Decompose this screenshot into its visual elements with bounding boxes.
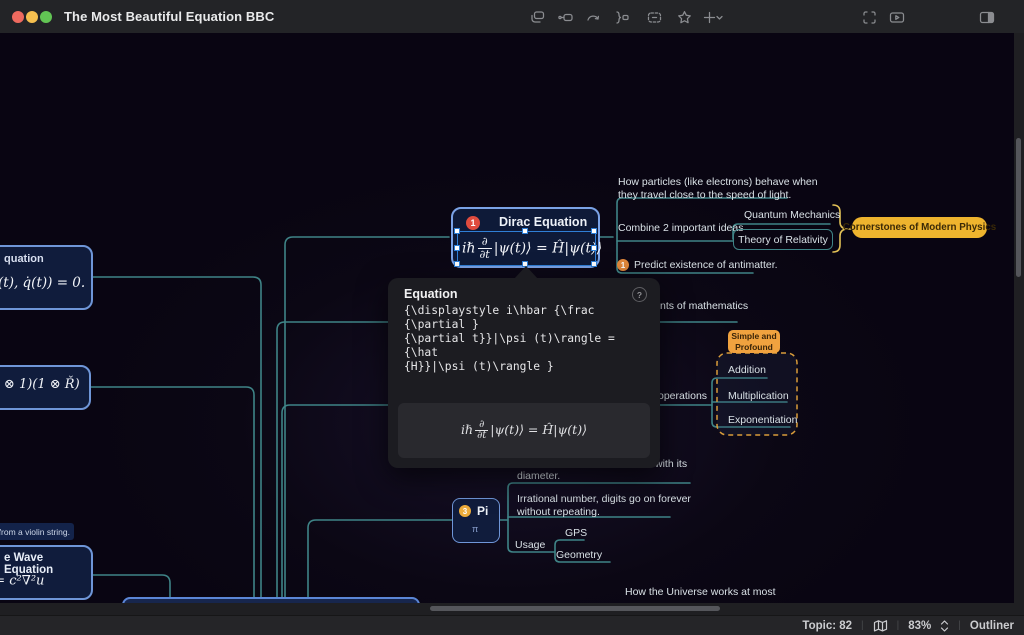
topic-operations[interactable]: operations xyxy=(658,390,707,402)
topic-exponentiation[interactable]: Exponentiation xyxy=(728,414,797,426)
selection-handle[interactable] xyxy=(591,228,597,234)
topic-gps[interactable]: GPS xyxy=(565,527,587,539)
topic-universe[interactable]: How the Universe works at most xyxy=(625,586,776,598)
marker-star-icon[interactable] xyxy=(675,8,693,26)
vertical-scrollbar-thumb[interactable] xyxy=(1016,138,1021,277)
latex-source-field[interactable]: {\displaystyle i\hbar {\frac {\partial }… xyxy=(404,304,648,374)
topic-title: quation xyxy=(4,253,44,265)
priority-3-badge[interactable]: 3 xyxy=(459,505,471,517)
topic-predict-antimatter[interactable]: Predict existence of antimatter. xyxy=(634,259,778,271)
selection-handle[interactable] xyxy=(591,245,597,251)
insert-subtopic-icon[interactable] xyxy=(556,8,574,26)
zoom-stepper[interactable] xyxy=(940,619,949,633)
selection-handle[interactable] xyxy=(454,245,460,251)
wave-equation-math: ∂²u∂t²= c²∇²u xyxy=(0,569,44,592)
selection-handle[interactable] xyxy=(454,228,460,234)
close-window-button[interactable] xyxy=(12,11,24,23)
topic-count: Topic: 82 xyxy=(802,620,852,632)
topic-irrational[interactable]: Irrational number, digits go on forever xyxy=(517,493,691,505)
summary-icon[interactable] xyxy=(612,8,630,26)
lagrange-equation-math: (t), q̇(t)) = 0. xyxy=(0,275,85,291)
topic-pi[interactable]: 3 Pi π xyxy=(452,498,500,543)
vertical-scrollbar-track[interactable] xyxy=(1014,33,1024,603)
priority-1-badge-orange[interactable]: 1 xyxy=(617,259,629,271)
xmind-window: { "window": { "title": "The Most Beautif… xyxy=(0,0,1024,635)
topic-title: Dirac Equation xyxy=(499,215,587,229)
boundary-icon[interactable] xyxy=(645,8,663,26)
zoom-window-button[interactable] xyxy=(40,11,52,23)
popup-caret xyxy=(514,266,538,279)
equation-preview: iℏ∂∂t|ψ(t)⟩ = Ĥ|ψ(t)⟩ xyxy=(398,403,650,458)
tag-simple-and-profound[interactable]: Simple andProfound xyxy=(728,330,780,353)
topic-cornerstones[interactable]: Cornerstones of Modern Physics xyxy=(852,217,987,238)
relationship-icon[interactable] xyxy=(584,8,602,26)
map-overview-icon[interactable] xyxy=(873,619,888,633)
insert-topic-icon[interactable] xyxy=(528,8,546,26)
pitch-mode-icon[interactable] xyxy=(860,8,878,26)
popup-title: Equation xyxy=(404,287,457,301)
label-violin-string[interactable]: from a violin string. xyxy=(0,523,74,540)
selection-handle[interactable] xyxy=(522,228,528,234)
insert-dropdown-chevron-icon[interactable] xyxy=(714,8,724,26)
topic-how-particles-line2[interactable]: they travel close to the speed of light. xyxy=(618,189,791,201)
selection-handle[interactable] xyxy=(591,261,597,267)
topic-multiplication[interactable]: Multiplication xyxy=(728,390,789,402)
topic-lagrange-equation[interactable]: quation (t), q̇(t)) = 0. xyxy=(0,245,93,310)
help-icon[interactable]: ? xyxy=(632,287,647,302)
window-title: The Most Beautiful Equation BBC xyxy=(64,9,274,24)
zoom-level[interactable]: 83% xyxy=(908,620,931,632)
topic-combine-ideas[interactable]: Combine 2 important ideas xyxy=(618,222,743,234)
title-bar: The Most Beautiful Equation BBC xyxy=(0,0,1024,34)
mind-map-canvas[interactable]: 1 Dirac Equation iℏ∂∂t|ψ(t)⟩ = Ĥ|ψ(t)⟩ H… xyxy=(0,33,1024,615)
yang-baxter-equation-math: Ř ⊗ 1)(1 ⊗ Ř) xyxy=(0,377,80,392)
sidebar-toggle-icon[interactable] xyxy=(978,8,996,26)
topic-theory-of-relativity[interactable]: Theory of Relativity xyxy=(733,229,833,250)
topic-usage[interactable]: Usage xyxy=(515,539,545,551)
minimize-window-button[interactable] xyxy=(26,11,38,23)
topic-irrational-line2[interactable]: without repeating. xyxy=(517,506,600,518)
topic-geometry[interactable]: Geometry xyxy=(556,549,602,561)
topic-how-particles[interactable]: How particles (like electrons) behave wh… xyxy=(618,176,818,188)
topic-wave-equation[interactable]: e Wave Equation ∂²u∂t²= c²∇²u xyxy=(0,545,93,600)
pi-symbol: π xyxy=(472,524,478,534)
status-bar: Topic: 82 | | 83% | Outliner xyxy=(0,615,1024,635)
topic-mathematics[interactable]: nts of mathematics xyxy=(660,300,748,312)
priority-1-badge[interactable]: 1 xyxy=(466,216,480,230)
topic-yang-baxter-equation[interactable]: Ř ⊗ 1)(1 ⊗ Ř) xyxy=(0,365,91,410)
selection-handle[interactable] xyxy=(454,261,460,267)
outliner-button[interactable]: Outliner xyxy=(970,620,1014,632)
topic-quantum-mechanics[interactable]: Quantum Mechanics xyxy=(744,209,840,221)
equation-popup: Equation ? {\displaystyle i\hbar {\frac … xyxy=(388,278,660,468)
slideshow-icon[interactable] xyxy=(888,8,906,26)
topic-title: Pi xyxy=(477,504,488,518)
topic-circumference-ratio-line2[interactable]: diameter. xyxy=(517,470,560,482)
horizontal-scrollbar-thumb[interactable] xyxy=(430,606,720,611)
topic-addition[interactable]: Addition xyxy=(728,364,766,376)
